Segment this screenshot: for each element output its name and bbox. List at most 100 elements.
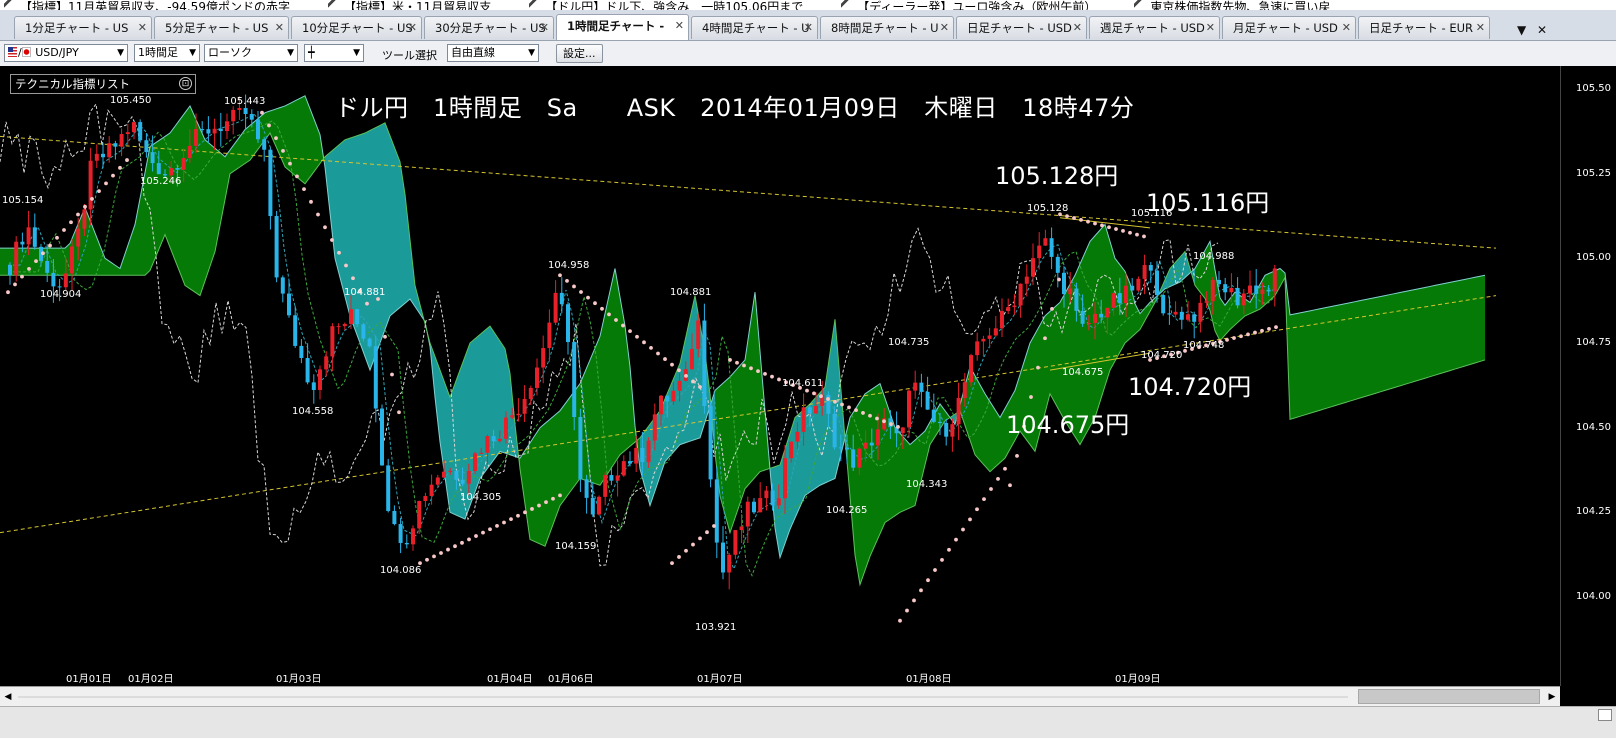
price-annotation: 104.675円 [1006,411,1130,439]
candle-body [479,452,484,454]
tab-list-dropdown[interactable]: ▼ [1517,23,1526,37]
chart-horizontal-scrollbar[interactable]: ◀ ▶ [0,686,1560,707]
line-style-select[interactable]: ┿ ▼ [304,44,364,62]
sar-dot [6,290,10,295]
tab-close-icon[interactable]: ✕ [1476,17,1485,39]
candle-body [318,369,322,390]
tab-chart-10[interactable]: 日足チャート - EUR ✕ [1358,16,1490,39]
sar-dot [1253,330,1257,335]
ichimoku-cloud [560,403,565,506]
tab-close-icon[interactable]: ✕ [675,15,684,37]
candle-body [578,417,583,480]
scroll-right-icon[interactable]: ▶ [1544,688,1560,706]
candle-body [652,414,657,441]
candle-body [1210,279,1215,302]
tab-chart-5[interactable]: 4時間足チャート - U ✕ [691,16,818,39]
ichimoku-cloud [1060,293,1065,421]
y-tick-label: 104.25 [1576,506,1611,518]
candle-body [646,440,651,463]
settings-button[interactable]: 設定... [556,44,603,63]
candle-body [1105,307,1110,318]
ichimoku-cloud [1120,264,1125,353]
news-ticker[interactable]: 【指標】11月英貿易収支、-94.59億ポンドの赤字 【指標】米・11月貿易収支 【… [0,0,1616,10]
sar-dot [523,510,527,515]
tab-close-icon[interactable]: ✕ [940,17,949,39]
sar-dot [537,503,541,508]
tab-chart-8[interactable]: 週足チャート - USD ✕ [1089,16,1220,39]
candle-body [20,241,25,245]
x-tick-label: 01月04日 [487,674,533,685]
sar-dot [926,578,930,583]
tab-label: 30分足チャート - US [435,21,546,35]
symbol-select[interactable]: / USD/JPY ▼ [4,44,128,62]
candle-body [640,447,645,463]
news-item[interactable]: 【ディーラー発】ユーロ強含み（欧州午前） [857,1,1130,10]
tab-chart-6[interactable]: 8時間足チャート - U ✕ [820,16,954,39]
ichimoku-cloud [610,268,615,470]
sar-dot [1121,229,1125,233]
tab-close-icon[interactable]: ✕ [275,17,284,39]
tab-chart-3[interactable]: 30分足チャート - US ✕ [424,16,554,39]
resize-grip-icon[interactable] [1598,709,1612,721]
candle-body [1080,310,1085,324]
tab-close-icon[interactable]: ✕ [1342,17,1351,39]
tab-chart-2[interactable]: 10分足チャート - US ✕ [291,16,422,39]
sar-dot [861,411,865,415]
ichimoku-cloud [1340,303,1345,405]
candle-body [783,458,787,499]
ichimoku-cloud [555,410,560,520]
tab-close-icon[interactable]: ✕ [1073,17,1082,39]
sar-dot [76,212,80,217]
sar-dot [854,408,858,413]
panel-close-icon[interactable]: ⊡ [179,77,192,90]
sar-dot [516,513,520,518]
tab-close-icon[interactable]: ✕ [1206,17,1215,39]
tab-close-button[interactable]: ✕ [1537,23,1547,37]
tab-chart-0[interactable]: 1分足チャート - US ✕ [14,16,152,39]
candle-body [789,441,794,459]
ichimoku-cloud [50,248,55,276]
candle-body [1198,302,1203,322]
indicator-list-panel[interactable]: テクニカル指標リスト ⊡ [10,74,196,94]
candlestick-chart[interactable] [0,66,1560,686]
candle-body [181,158,186,170]
sar-dot [558,493,562,498]
candle-body [349,309,353,324]
tab-chart-7[interactable]: 日足チャート - USD ✕ [956,16,1087,39]
scroll-track[interactable] [18,696,1348,698]
news-item[interactable]: 【ドル円】ドル下、強含み 一時105.06円まで [545,1,837,10]
tab-chart-9[interactable]: 月足チャート - USD ✕ [1222,16,1356,39]
scroll-left-icon[interactable]: ◀ [0,688,16,706]
sar-dot [868,413,872,418]
news-item[interactable]: 【指標】米・11月貿易収支 [344,1,525,10]
ichimoku-cloud [335,144,340,278]
tab-close-icon[interactable]: ✕ [408,17,417,39]
news-item[interactable]: 【指標】11月英貿易収支、-94.59億ポンドの赤字 [20,1,324,10]
chart-canvas[interactable] [0,66,1560,686]
candle-body [845,447,849,450]
period-select[interactable]: 1時間足 ▼ [134,44,200,62]
chart-type-select[interactable]: ローソク ▼ [204,44,298,62]
tab-close-icon[interactable]: ✕ [804,17,813,39]
candle-body [1012,305,1017,308]
news-item[interactable]: 東京株価指数先物、急速に買い戻 [1150,1,1364,10]
tab-close-icon[interactable]: ✕ [540,17,549,39]
price-label: 104.881 [670,287,712,298]
price-axis[interactable]: 105.50 105.25 105.00 104.75 104.50 104.25 104.… [1560,66,1616,686]
candle-body [913,382,918,391]
ichimoku-cloud [340,139,345,297]
candle-body [361,324,366,339]
sar-dot [453,544,457,549]
sar-dot [337,250,341,255]
sar-dot [432,554,436,559]
tab-chart-4[interactable]: 1時間足チャート - ✕ [556,14,689,40]
y-tick-label: 105.50 [1576,83,1611,94]
candle-body [1043,238,1048,246]
tab-close-icon[interactable]: ✕ [138,17,147,39]
scroll-thumb[interactable] [1358,689,1540,704]
drawing-tool-select[interactable]: 自由直線 ▼ [447,44,539,62]
y-tick-label: 104.75 [1576,337,1611,348]
candle-body [497,438,502,442]
chart-tab-bar: ▼ ✕ 1分足チャート - US ✕ 5分足チャート - US ✕ 10分足チャート -… [0,10,1616,41]
tab-chart-1[interactable]: 5分足チャート - US ✕ [154,16,289,39]
